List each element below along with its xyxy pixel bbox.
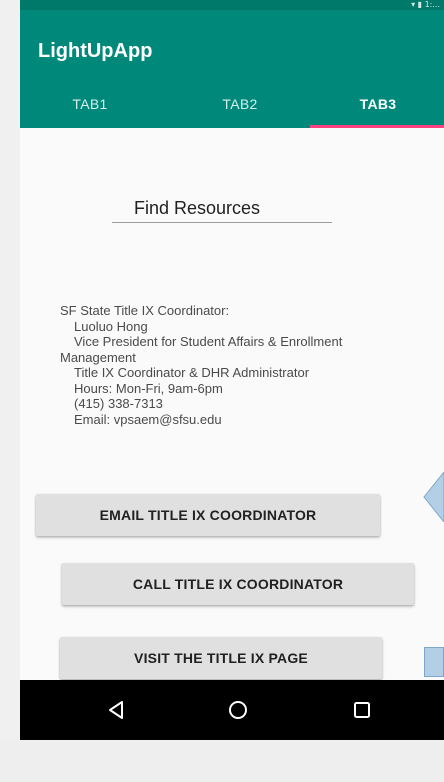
info-line: Management [60,349,136,365]
find-resources-field[interactable]: Find Resources [112,192,332,223]
overlay-rectangle [424,647,444,677]
info-line: Hours: Mon-Fri, 9am-6pm [74,380,223,396]
call-coordinator-button[interactable]: CALL TITLE IX COORDINATOR [62,563,414,605]
info-line: Vice President for Student Affairs & Enr… [74,334,343,349]
overlay-triangle-icon [423,472,444,522]
email-coordinator-button[interactable]: EMAIL TITLE IX COORDINATOR [36,494,380,536]
recent-square-icon[interactable] [348,696,376,724]
info-line: (415) 338-7313 [74,396,163,411]
find-resources-text: Find Resources [134,198,261,218]
info-line: Email: vpsaem@sfsu.edu [74,411,222,427]
home-circle-icon[interactable] [224,696,252,724]
status-bar: ▾ ▮ 1:... [20,0,444,10]
app-title: LightUpApp [38,40,153,62]
tab-1[interactable]: TAB1 [20,96,160,112]
tab-3[interactable]: TAB3 [308,96,444,112]
visit-title-ix-page-button[interactable]: VISIT THE TITLE IX PAGE [60,637,382,679]
app-bar: LightUpApp TAB1 TAB2 TAB3 [20,10,444,128]
info-line: Luoluo Hong [74,318,148,334]
tab-indicator [310,125,444,128]
tab-2[interactable]: TAB2 [170,96,310,112]
status-icons: ▾ ▮ 1:... [411,0,440,9]
info-line: SF State Title IX Coordinator: [60,303,230,318]
coordinator-info: SF State Title IX Coordinator: Luoluo Ho… [60,303,400,427]
left-margin [0,0,20,782]
phone-screen: ▾ ▮ 1:... LightUpApp TAB1 TAB2 TAB3 Find… [20,0,444,740]
navigation-bar [20,680,444,740]
bottom-margin [0,740,444,782]
back-triangle-icon[interactable] [102,696,130,724]
info-line: Title IX Coordinator & DHR Administrator [74,365,310,380]
